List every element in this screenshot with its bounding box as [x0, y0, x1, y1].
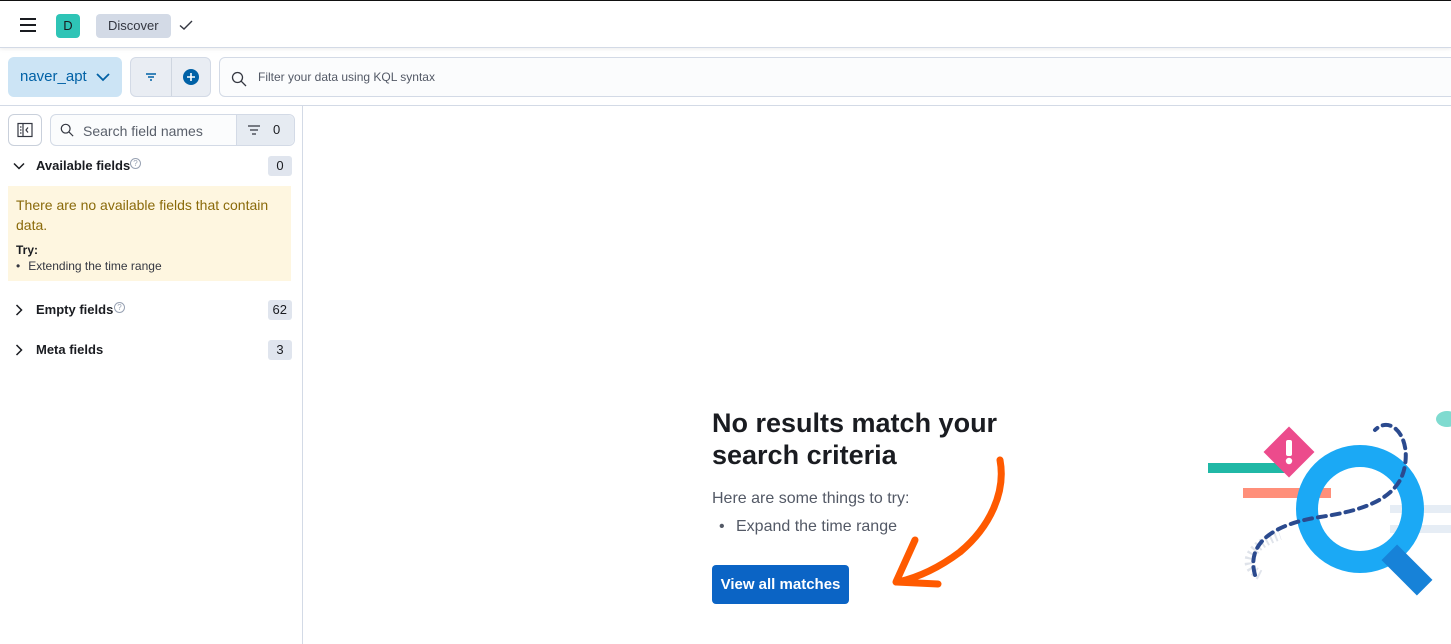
kql-input[interactable] [258, 67, 1158, 87]
menu-icon[interactable] [16, 13, 40, 37]
sidebar-collapse-button[interactable] [8, 114, 42, 146]
field-filter-count: 0 [273, 122, 281, 137]
available-fields-label: Available fields [36, 158, 131, 173]
empty-fields-toggle[interactable]: Empty fields ? 62 [8, 299, 292, 321]
meta-fields-label: Meta fields [36, 342, 104, 357]
callout-tip: Extending the time range [16, 259, 161, 273]
annotation-arrow-icon [892, 456, 1005, 588]
space-avatar[interactable]: D [56, 14, 80, 38]
chevron-right-icon [15, 304, 23, 316]
add-filter-icon[interactable] [182, 68, 200, 86]
breadcrumb[interactable]: Discover [96, 14, 171, 38]
field-type-filter-button[interactable]: 0 [236, 115, 294, 145]
chevron-right-icon [15, 344, 23, 356]
chevron-down-icon [96, 73, 110, 82]
check-icon [179, 20, 193, 30]
callout-try-label: Try: [16, 243, 39, 257]
top-header: D Discover [0, 0, 1451, 48]
chevron-down-icon [13, 162, 25, 170]
data-view-picker[interactable]: naver_apt [8, 57, 122, 97]
available-fields-toggle[interactable]: Available fields ? 0 [8, 155, 292, 177]
kql-query-bar[interactable] [219, 57, 1451, 97]
filter-menu-icon[interactable] [143, 69, 159, 85]
filter-icon [248, 125, 260, 135]
question-icon[interactable]: ? [130, 158, 141, 169]
available-fields-count: 0 [268, 156, 292, 176]
view-all-matches-button[interactable]: View all matches [712, 565, 849, 604]
meta-fields-count: 3 [268, 340, 292, 360]
no-fields-callout: There are no available fields that conta… [8, 186, 291, 281]
no-results-illustration [1208, 411, 1451, 596]
field-search: 0 [50, 114, 295, 146]
field-list-sidebar: 0 Available fields ? 0 There are no avai… [0, 106, 303, 644]
search-icon [60, 123, 74, 137]
empty-fields-label: Empty fields [36, 302, 114, 317]
question-icon[interactable]: ? [114, 302, 125, 313]
no-results-tip: Expand the time range [719, 518, 897, 536]
sidebar-collapse-icon [17, 122, 33, 138]
filter-button-group [130, 57, 211, 97]
callout-message: There are no available fields that conta… [16, 197, 269, 233]
meta-fields-toggle[interactable]: Meta fields 3 [8, 339, 292, 361]
empty-fields-count: 62 [267, 300, 292, 320]
data-view-label: naver_apt [20, 68, 87, 85]
divider [171, 58, 172, 96]
field-search-input[interactable] [83, 122, 233, 140]
search-icon [231, 71, 247, 87]
